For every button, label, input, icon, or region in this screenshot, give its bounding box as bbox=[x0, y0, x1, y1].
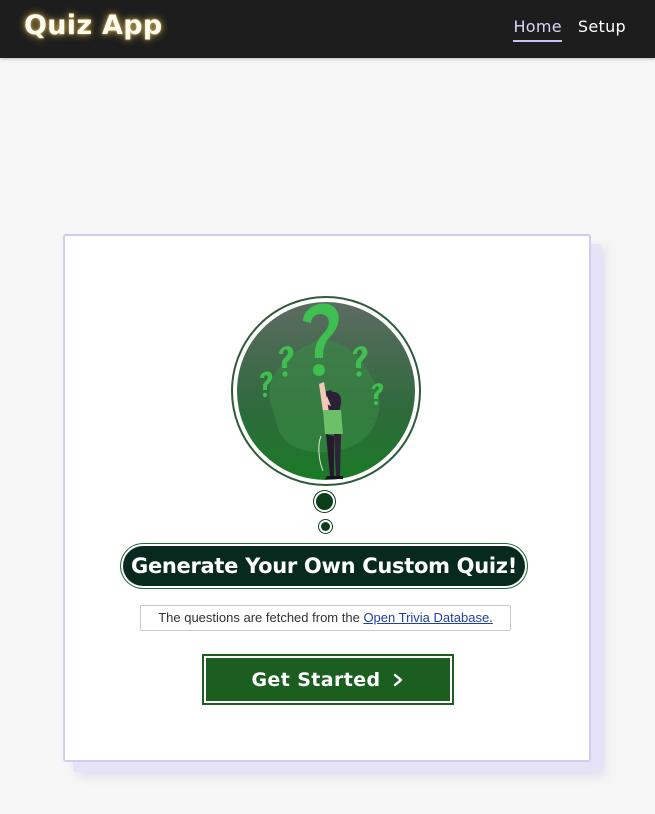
top-navbar: Quiz App Home Setup bbox=[0, 0, 655, 58]
question-marks-illustration bbox=[231, 296, 421, 486]
thought-bubble-dot-large bbox=[316, 493, 333, 510]
welcome-card: Generate Your Own Custom Quiz! The quest… bbox=[63, 234, 591, 762]
nav-home-link[interactable]: Home bbox=[513, 17, 562, 42]
get-started-label: Get Started bbox=[251, 668, 381, 691]
nav-setup-link[interactable]: Setup bbox=[578, 17, 626, 42]
app-brand[interactable]: Quiz App bbox=[24, 10, 163, 41]
source-note: The questions are fetched from the Open … bbox=[140, 605, 511, 631]
thought-bubble-dot-small bbox=[321, 522, 330, 531]
open-trivia-db-link[interactable]: Open Trivia Database. bbox=[363, 610, 492, 625]
hero-headline: Generate Your Own Custom Quiz! bbox=[123, 546, 525, 586]
chevron-right-icon bbox=[393, 673, 402, 686]
source-note-text: The questions are fetched from the bbox=[158, 610, 364, 625]
get-started-button[interactable]: Get Started bbox=[202, 654, 454, 705]
nav-links: Home Setup bbox=[513, 17, 626, 42]
